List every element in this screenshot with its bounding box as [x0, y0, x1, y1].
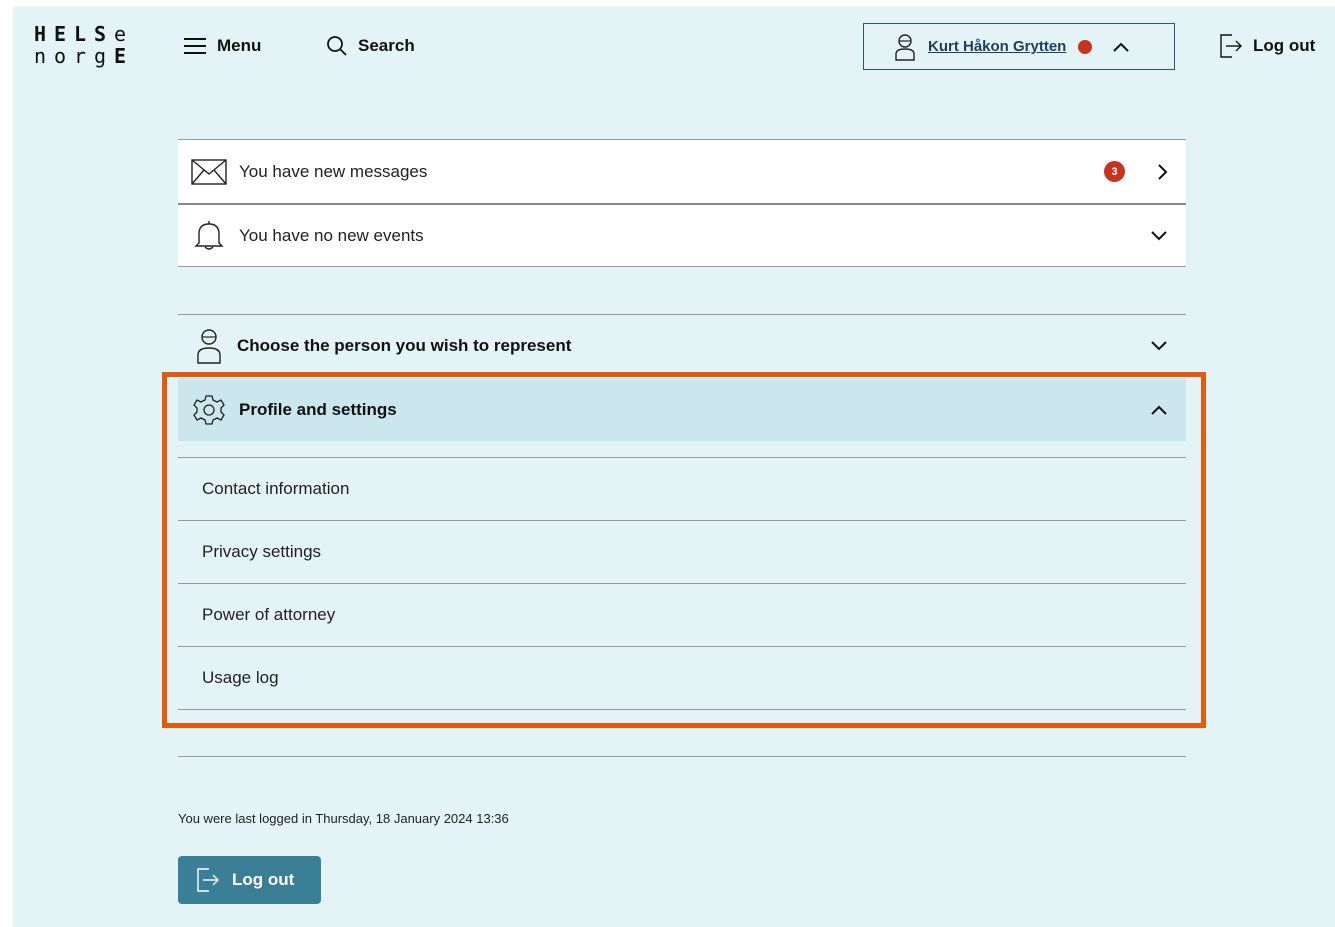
profile-settings-label: Profile and settings [239, 399, 397, 419]
logo-letter: E [53, 22, 67, 46]
logout-button-bottom[interactable]: Log out [178, 856, 321, 904]
person-icon [197, 329, 221, 364]
search-icon [327, 36, 347, 56]
chevron-up-icon [1113, 42, 1130, 52]
messages-count-badge: 3 [1104, 161, 1125, 182]
submenu-item-contact-information[interactable]: Contact information [178, 458, 1186, 521]
logo-letter: g [93, 44, 107, 68]
profile-settings-row[interactable]: Profile and settings [178, 378, 1186, 441]
events-label: You have no new events [239, 226, 424, 245]
logo-letter: e [113, 22, 127, 46]
user-icon [895, 33, 915, 61]
page: H E L S e n o r g E Menu Search Kurt Håk… [13, 6, 1335, 927]
bell-icon [194, 221, 224, 250]
logout-label: Log out [1253, 36, 1316, 55]
search-label: Search [358, 36, 415, 55]
represent-label: Choose the person you wish to represent [237, 336, 572, 355]
represent-person-row[interactable]: Choose the person you wish to represent [178, 314, 1186, 377]
search-button[interactable]: Search [326, 32, 415, 60]
notifications-panel: You have new messages 3 You have no new … [178, 139, 1186, 267]
gear-icon [193, 394, 225, 425]
events-row[interactable]: You have no new events [178, 203, 1186, 267]
chevron-right-icon [1158, 163, 1168, 180]
envelope-icon [191, 158, 227, 185]
logout-label: Log out [232, 870, 295, 889]
helsenorge-logo[interactable]: H E L S e n o r g E [30, 23, 150, 67]
submenu-item-usage-log[interactable]: Usage log [178, 647, 1186, 710]
logo-letter: E [113, 44, 127, 68]
logo-letter: H [33, 22, 47, 46]
user-menu-button[interactable]: Kurt Håkon Grytten [863, 23, 1175, 70]
divider [178, 756, 1186, 757]
last-login-text: You were last logged in Thursday, 18 Jan… [178, 811, 509, 826]
logout-icon [197, 868, 219, 892]
submenu-item-power-of-attorney[interactable]: Power of attorney [178, 584, 1186, 647]
logo-letter: L [73, 22, 87, 46]
chevron-up-icon [1151, 405, 1167, 415]
submenu-item-privacy-settings[interactable]: Privacy settings [178, 521, 1186, 584]
menu-label: Menu [217, 36, 262, 55]
logout-icon [1220, 34, 1242, 58]
logout-button[interactable]: Log out [1219, 32, 1315, 60]
profile-settings-submenu: Contact information Privacy settings Pow… [178, 457, 1186, 710]
messages-row[interactable]: You have new messages 3 [178, 140, 1186, 203]
logo-letter: o [53, 44, 67, 68]
logo-letter: r [73, 44, 87, 68]
logo-letter: n [33, 44, 47, 68]
hamburger-icon [184, 38, 206, 54]
chevron-down-icon [1151, 231, 1167, 241]
chevron-down-icon [1151, 341, 1167, 351]
messages-label: You have new messages [239, 161, 428, 181]
logo-letter: S [93, 22, 107, 46]
user-name: Kurt Håkon Grytten [928, 38, 1067, 55]
menu-button[interactable]: Menu [183, 32, 261, 60]
notification-dot [1078, 39, 1093, 54]
